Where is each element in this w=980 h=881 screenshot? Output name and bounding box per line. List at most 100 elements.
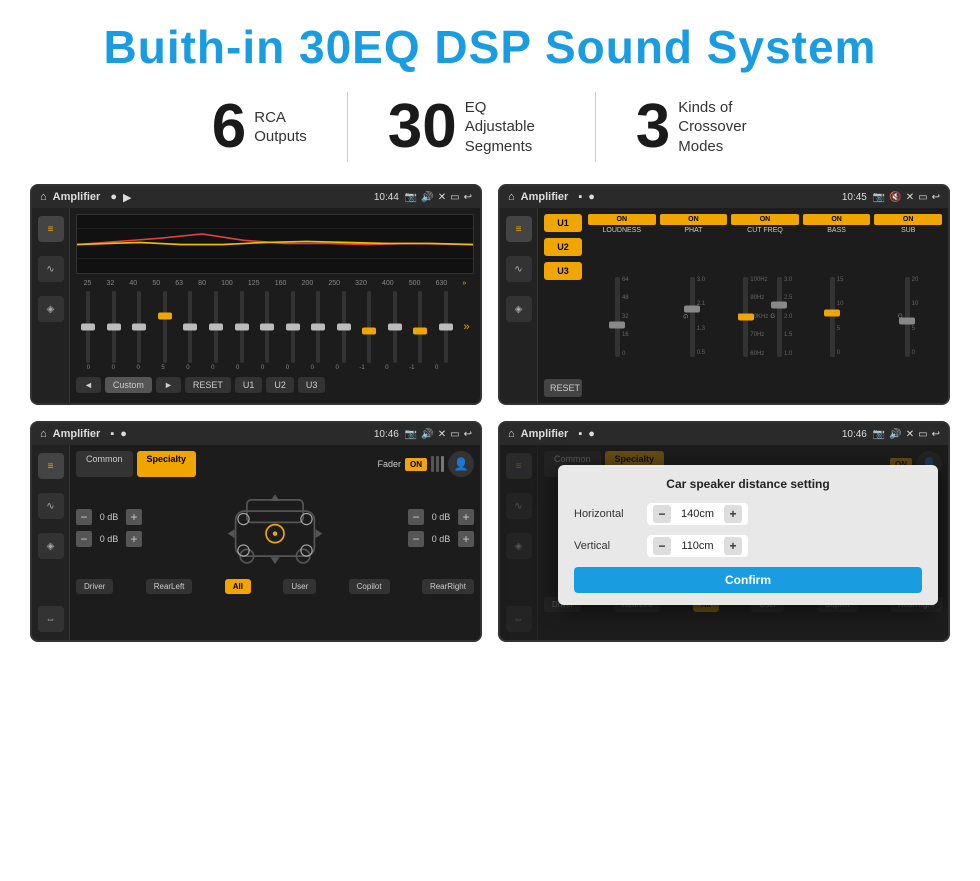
fader-db-row-1: − 0 dB + — [76, 509, 142, 525]
eq-slider-8[interactable] — [285, 291, 301, 363]
eq-slider-14[interactable] — [438, 291, 454, 363]
eq-slider-3[interactable] — [157, 291, 173, 363]
screen-fader: ⌂ Amplifier ▪ ● 10:46 📷 🔊 ✕ ▭ ↩ ≡ ∿ ◈ — [30, 421, 482, 642]
ch-scale-1: 64 48 32 16 0 — [622, 277, 629, 357]
crossover-channels: ON LOUDNESS 64 48 32 16 — [588, 214, 942, 397]
eq-u3-btn[interactable]: U3 — [298, 377, 326, 393]
stat-eq-label: EQ AdjustableSegments — [465, 98, 555, 157]
sidebar-wave-btn-2[interactable]: ∿ — [506, 256, 532, 282]
sidebar-eq-btn[interactable]: ≡ — [38, 216, 64, 242]
preset-u3[interactable]: U3 — [544, 262, 582, 280]
eq-sliders-area: 25 32 40 50 63 80 100 125 160 200 250 32… — [76, 280, 474, 373]
sidebar-arrows-btn-4: ⇔ — [506, 606, 532, 632]
crossover-presets: U1 U2 U3 RESET — [544, 214, 582, 397]
dot-icon-4: ● — [588, 428, 595, 440]
volume-icon-3: 🔊 — [421, 429, 433, 440]
fader-minus-2[interactable]: − — [76, 531, 92, 547]
eq-val-3: 5 — [155, 365, 171, 371]
eq-slider-0[interactable] — [80, 291, 96, 363]
fader-rearright-btn[interactable]: RearRight — [422, 579, 474, 594]
crossover-content: U1 U2 U3 RESET ON LOUDNESS — [538, 208, 948, 403]
channel-cutfreq-toggle[interactable]: ON — [731, 214, 799, 225]
camera-icon-2: 📷 — [873, 192, 885, 203]
dialog-horizontal-plus[interactable]: + — [724, 505, 742, 523]
eq-slider-9[interactable] — [310, 291, 326, 363]
eq-slider-11[interactable] — [361, 291, 377, 363]
fader-copilot-btn[interactable]: Copilot — [349, 579, 390, 594]
sidebar-wave-btn-3[interactable]: ∿ — [38, 493, 64, 519]
more-arrow[interactable]: » — [463, 321, 469, 333]
fader-on-toggle[interactable]: ON — [405, 458, 427, 471]
fader-settings-icon[interactable]: 👤 — [448, 451, 474, 477]
fader-driver-btn[interactable]: Driver — [76, 579, 113, 594]
preset-u2[interactable]: U2 — [544, 238, 582, 256]
eq-val-14: 0 — [429, 365, 445, 371]
volume-icon-2: 🔇 — [889, 192, 901, 203]
fader-rearleft-btn[interactable]: RearLeft — [146, 579, 193, 594]
sidebar-arrows-btn-3[interactable]: ⇔ — [38, 606, 64, 632]
app-name-1: Amplifier — [53, 191, 101, 203]
eq-slider-1[interactable] — [106, 291, 122, 363]
dialog-vertical-plus[interactable]: + — [724, 537, 742, 555]
fader-user-btn[interactable]: User — [283, 579, 316, 594]
channel-sub-toggle[interactable]: ON — [874, 214, 942, 225]
channel-phat-toggle[interactable]: ON — [660, 214, 728, 225]
eq-val-8: 0 — [279, 365, 295, 371]
sidebar-wave-btn[interactable]: ∿ — [38, 256, 64, 282]
channel-loudness-toggle[interactable]: ON — [588, 214, 656, 225]
sidebar-speaker-btn-2[interactable]: ◈ — [506, 296, 532, 322]
preset-u1[interactable]: U1 — [544, 214, 582, 232]
eq-u2-btn[interactable]: U2 — [266, 377, 294, 393]
fader-minus-4[interactable]: − — [408, 531, 424, 547]
fader-plus-2[interactable]: + — [126, 531, 142, 547]
channel-phat: ON PHAT G 3.0 2.1 1.3 — [660, 214, 728, 397]
eq-slider-10[interactable] — [336, 291, 352, 363]
eq-next-btn[interactable]: ► — [156, 377, 181, 393]
fader-tabs: Common Specialty Fader ON 👤 — [76, 451, 474, 477]
eq-slider-13[interactable] — [412, 291, 428, 363]
screen-body-1: ≡ ∿ ◈ — [32, 208, 480, 403]
eq-slider-7[interactable] — [259, 291, 275, 363]
sidebar-eq-btn-4: ≡ — [506, 453, 532, 479]
fader-main-content: Common Specialty Fader ON 👤 — [70, 445, 480, 640]
sidebar-fader-btn-3[interactable]: ◈ — [38, 533, 64, 559]
dialog-confirm-button[interactable]: Confirm — [574, 567, 922, 593]
eq-val-13: -1 — [404, 365, 420, 371]
fader-tab-common[interactable]: Common — [76, 451, 133, 477]
camera-icon-3: 📷 — [405, 429, 417, 440]
close-icon-4: ✕ — [906, 429, 914, 440]
dialog-horizontal-minus[interactable]: − — [653, 505, 671, 523]
dialog-horizontal-label: Horizontal — [574, 508, 639, 520]
eq-reset-btn[interactable]: RESET — [185, 377, 231, 393]
sidebar-1: ≡ ∿ ◈ — [32, 208, 70, 403]
eq-prev-btn[interactable]: ◄ — [76, 377, 101, 393]
screen-body-3: ≡ ∿ ◈ ⇔ Common Specialty Fader ON — [32, 445, 480, 640]
sidebar-speaker-btn[interactable]: ◈ — [38, 296, 64, 322]
channel-bass-toggle[interactable]: ON — [803, 214, 871, 225]
eq-slider-6[interactable] — [234, 291, 250, 363]
eq-slider-4[interactable] — [182, 291, 198, 363]
dialog-vertical-minus[interactable]: − — [653, 537, 671, 555]
fader-plus-1[interactable]: + — [126, 509, 142, 525]
fader-plus-3[interactable]: + — [458, 509, 474, 525]
car-diagram-wrap — [150, 483, 400, 573]
eq-custom-btn[interactable]: Custom — [105, 377, 152, 393]
fader-all-btn[interactable]: All — [225, 579, 251, 594]
crossover-reset-btn[interactable]: RESET — [544, 379, 582, 397]
sidebar-2: ≡ ∿ ◈ — [500, 208, 538, 403]
eq-val-9: 0 — [304, 365, 320, 371]
eq-u1-btn[interactable]: U1 — [235, 377, 263, 393]
fader-tab-specialty[interactable]: Specialty — [137, 451, 197, 477]
sidebar-eq-btn-2[interactable]: ≡ — [506, 216, 532, 242]
fader-minus-3[interactable]: − — [408, 509, 424, 525]
eq-slider-12[interactable] — [387, 291, 403, 363]
eq-slider-5[interactable] — [208, 291, 224, 363]
freq-25: 25 — [84, 280, 92, 287]
ch-bassthumb — [824, 309, 840, 316]
home-icon-4: ⌂ — [508, 428, 515, 440]
sidebar-eq-btn-3[interactable]: ≡ — [38, 453, 64, 479]
volume-icon-1: 🔊 — [421, 192, 433, 203]
fader-minus-1[interactable]: − — [76, 509, 92, 525]
eq-slider-2[interactable] — [131, 291, 147, 363]
fader-plus-4[interactable]: + — [458, 531, 474, 547]
